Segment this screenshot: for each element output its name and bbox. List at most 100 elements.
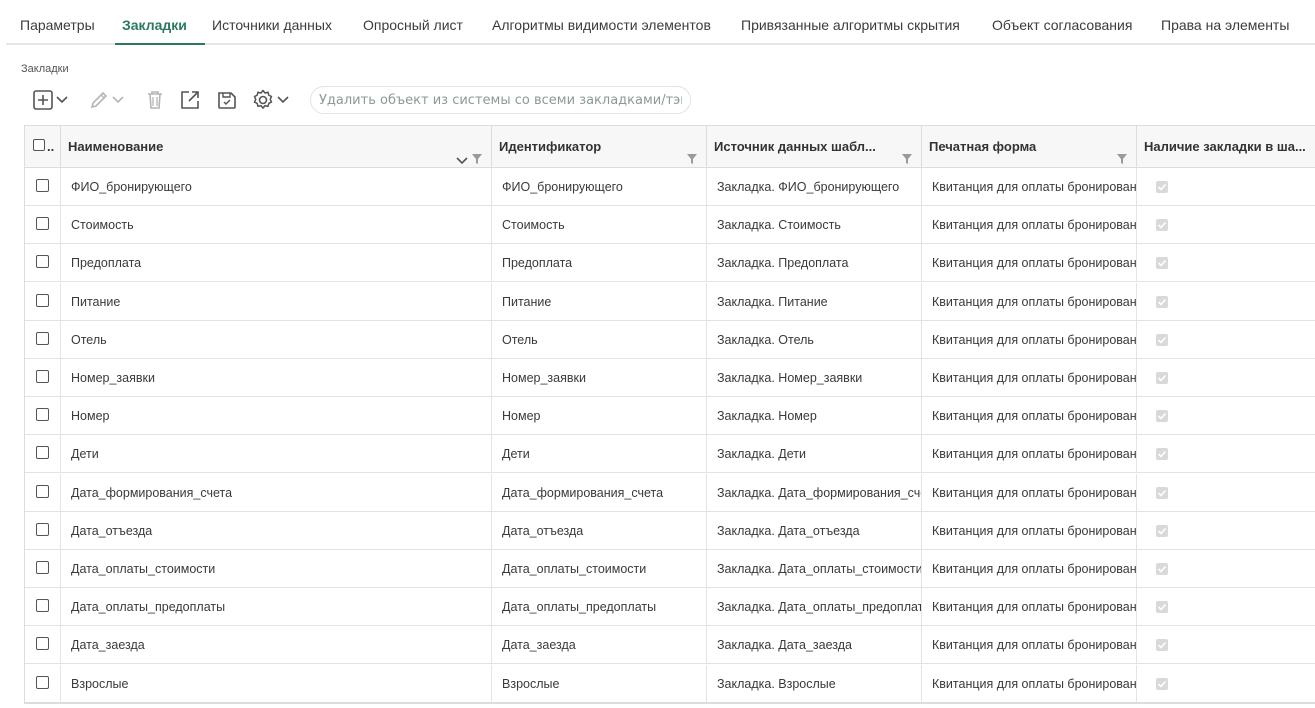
cell-identifier: Дети bbox=[492, 435, 707, 474]
row-checkbox[interactable] bbox=[36, 370, 49, 383]
table-row[interactable]: ФИО_бронирующего ФИО_бронирующего Закладка… bbox=[25, 168, 1315, 206]
edit-icon bbox=[88, 89, 110, 111]
tab-element-rights[interactable]: Права на элементы bbox=[1161, 17, 1289, 33]
column-header-identifier[interactable]: Идентификатор bbox=[492, 126, 707, 167]
cell-identifier: Питание bbox=[492, 282, 707, 321]
select-all-cell: .. bbox=[25, 126, 61, 167]
row-checkbox[interactable] bbox=[36, 599, 49, 613]
table-row[interactable]: Дата_формирования_счета Дата_формирования… bbox=[25, 473, 1315, 512]
bookmark-presence-checkbox bbox=[1156, 639, 1168, 652]
delete-button[interactable] bbox=[144, 88, 166, 112]
cell-data-source: Закладка. Взрослые bbox=[707, 664, 922, 703]
row-checkbox[interactable] bbox=[36, 484, 49, 498]
table-row[interactable]: Стоимость Стоимость Закладка. Стоимость Кви… bbox=[25, 206, 1315, 245]
cell-name: Номер_заявки bbox=[61, 359, 492, 397]
cell-name: Дата_заезда bbox=[61, 626, 492, 665]
column-title: Наличие закладки в ша... bbox=[1144, 139, 1306, 154]
table-row[interactable]: Дата_отъезда Дата_отъезда Закладка. Дата_о… bbox=[25, 511, 1315, 550]
row-checkbox[interactable] bbox=[36, 331, 49, 345]
row-checkbox[interactable] bbox=[36, 446, 49, 460]
table-row[interactable]: Предоплата Предоплата Закладка. Предоплата… bbox=[25, 244, 1315, 283]
delete-icon bbox=[144, 89, 166, 111]
cell-bookmark-presence bbox=[1137, 626, 1315, 664]
column-header-data-source[interactable]: Источник данных шабл... bbox=[707, 126, 922, 167]
open-external-button[interactable] bbox=[179, 88, 201, 112]
section-label: Закладки bbox=[21, 63, 69, 75]
row-select-cell bbox=[25, 244, 61, 283]
row-checkbox[interactable] bbox=[36, 522, 49, 536]
open-external-icon bbox=[179, 89, 201, 111]
tab-bookmarks[interactable]: Закладки bbox=[122, 17, 187, 33]
table-row[interactable]: Взрослые Взрослые Закладка. Взрослые Квитан… bbox=[25, 664, 1315, 703]
settings-button[interactable] bbox=[251, 88, 289, 112]
cell-bookmark-presence bbox=[1137, 283, 1315, 321]
cell-name: Отель bbox=[61, 320, 492, 359]
filter-icon[interactable] bbox=[901, 140, 913, 164]
cell-identifier: Дата_формирования_счета bbox=[492, 473, 707, 512]
cell-data-source: Закладка. Дети bbox=[707, 435, 922, 474]
bookmarks-grid: .. Наименование Идентификатор Источник д… bbox=[24, 125, 1315, 703]
filter-icon[interactable] bbox=[686, 140, 698, 164]
cell-data-source: Закладка. Дата_оплаты_стоимости bbox=[707, 550, 922, 588]
chevron-down-icon bbox=[56, 96, 68, 104]
save-button[interactable] bbox=[216, 88, 238, 112]
cell-print-form: Квитанция для оплаты бронирован bbox=[922, 626, 1137, 665]
select-all-checkbox[interactable] bbox=[33, 139, 45, 151]
cell-name: Взрослые bbox=[61, 664, 492, 703]
tab-visibility-algorithms[interactable]: Алгоритмы видимости элементов bbox=[492, 17, 711, 33]
column-header-print-form[interactable]: Печатная форма bbox=[922, 126, 1137, 167]
cell-bookmark-presence bbox=[1137, 588, 1315, 626]
bookmark-presence-checkbox bbox=[1156, 448, 1168, 461]
column-header-bookmark-presence[interactable]: Наличие закладки в ша... bbox=[1137, 126, 1315, 167]
tab-approval-object[interactable]: Объект согласования bbox=[992, 17, 1132, 33]
filter-icon[interactable] bbox=[471, 140, 483, 164]
table-row[interactable]: Питание Питание Закладка. Питание Квитанция… bbox=[25, 282, 1315, 321]
row-select-cell bbox=[25, 435, 61, 474]
row-checkbox[interactable] bbox=[36, 217, 49, 231]
add-button[interactable] bbox=[32, 88, 68, 112]
cell-print-form: Квитанция для оплаты бронирован bbox=[922, 397, 1137, 436]
cell-data-source: Закладка. Дата_заезда bbox=[707, 626, 922, 665]
bookmark-presence-checkbox bbox=[1156, 295, 1168, 308]
row-checkbox[interactable] bbox=[36, 255, 49, 269]
tab-hide-algorithms[interactable]: Привязанные алгоритмы скрытия bbox=[741, 17, 960, 33]
cell-data-source: Закладка. Питание bbox=[707, 282, 922, 321]
row-select-cell bbox=[25, 626, 61, 665]
table-row[interactable]: Номер_заявки Номер_заявки Закладка. Номер_… bbox=[25, 359, 1315, 397]
row-select-cell bbox=[25, 550, 61, 588]
cell-identifier: Номер bbox=[492, 397, 707, 436]
cell-data-source: Закладка. Отель bbox=[707, 320, 922, 359]
row-checkbox[interactable] bbox=[36, 293, 49, 307]
row-checkbox[interactable] bbox=[36, 561, 49, 574]
tab-parameters[interactable]: Параметры bbox=[20, 17, 95, 33]
tab-questionnaire[interactable]: Опросный лист bbox=[363, 17, 463, 33]
search-input[interactable] bbox=[310, 86, 691, 114]
table-row[interactable]: Номер Номер Закладка. Номер Квитанция для о… bbox=[25, 397, 1315, 436]
grid-header: .. Наименование Идентификатор Источник д… bbox=[25, 126, 1315, 168]
add-icon bbox=[32, 89, 54, 111]
cell-bookmark-presence bbox=[1137, 168, 1315, 206]
row-checkbox[interactable] bbox=[36, 637, 49, 651]
table-row[interactable]: Дети Дети Закладка. Дети Квитанция для опла… bbox=[25, 435, 1315, 474]
table-row[interactable]: Отель Отель Закладка. Отель Квитанция для о… bbox=[25, 320, 1315, 359]
table-row[interactable]: Дата_заезда Дата_заезда Закладка. Дата_зае… bbox=[25, 626, 1315, 665]
cell-identifier: Взрослые bbox=[492, 664, 707, 703]
edit-button[interactable] bbox=[88, 88, 124, 112]
row-checkbox[interactable] bbox=[36, 675, 49, 689]
tab-bar: Параметры Закладки Источники данных Опро… bbox=[6, 0, 1315, 45]
cell-data-source: Закладка. Дата_оплаты_предоплаты bbox=[707, 588, 922, 627]
bookmark-presence-checkbox bbox=[1156, 257, 1168, 270]
row-select-cell bbox=[25, 397, 61, 436]
chevron-down-icon[interactable] bbox=[456, 140, 468, 167]
row-select-cell bbox=[25, 320, 61, 359]
table-row[interactable]: Дата_оплаты_предоплаты Дата_оплаты_предоп… bbox=[25, 588, 1315, 627]
cell-name: Дата_оплаты_стоимости bbox=[61, 550, 492, 588]
table-row[interactable]: Дата_оплаты_стоимости Дата_оплаты_стоимос… bbox=[25, 550, 1315, 588]
filter-icon[interactable] bbox=[1116, 140, 1128, 164]
cell-identifier: Дата_оплаты_предоплаты bbox=[492, 588, 707, 627]
tab-data-sources[interactable]: Источники данных bbox=[212, 17, 332, 33]
row-checkbox[interactable] bbox=[36, 179, 49, 192]
cell-data-source: Закладка. Номер_заявки bbox=[707, 359, 922, 397]
row-checkbox[interactable] bbox=[36, 408, 49, 422]
column-header-name[interactable]: Наименование bbox=[61, 126, 492, 167]
